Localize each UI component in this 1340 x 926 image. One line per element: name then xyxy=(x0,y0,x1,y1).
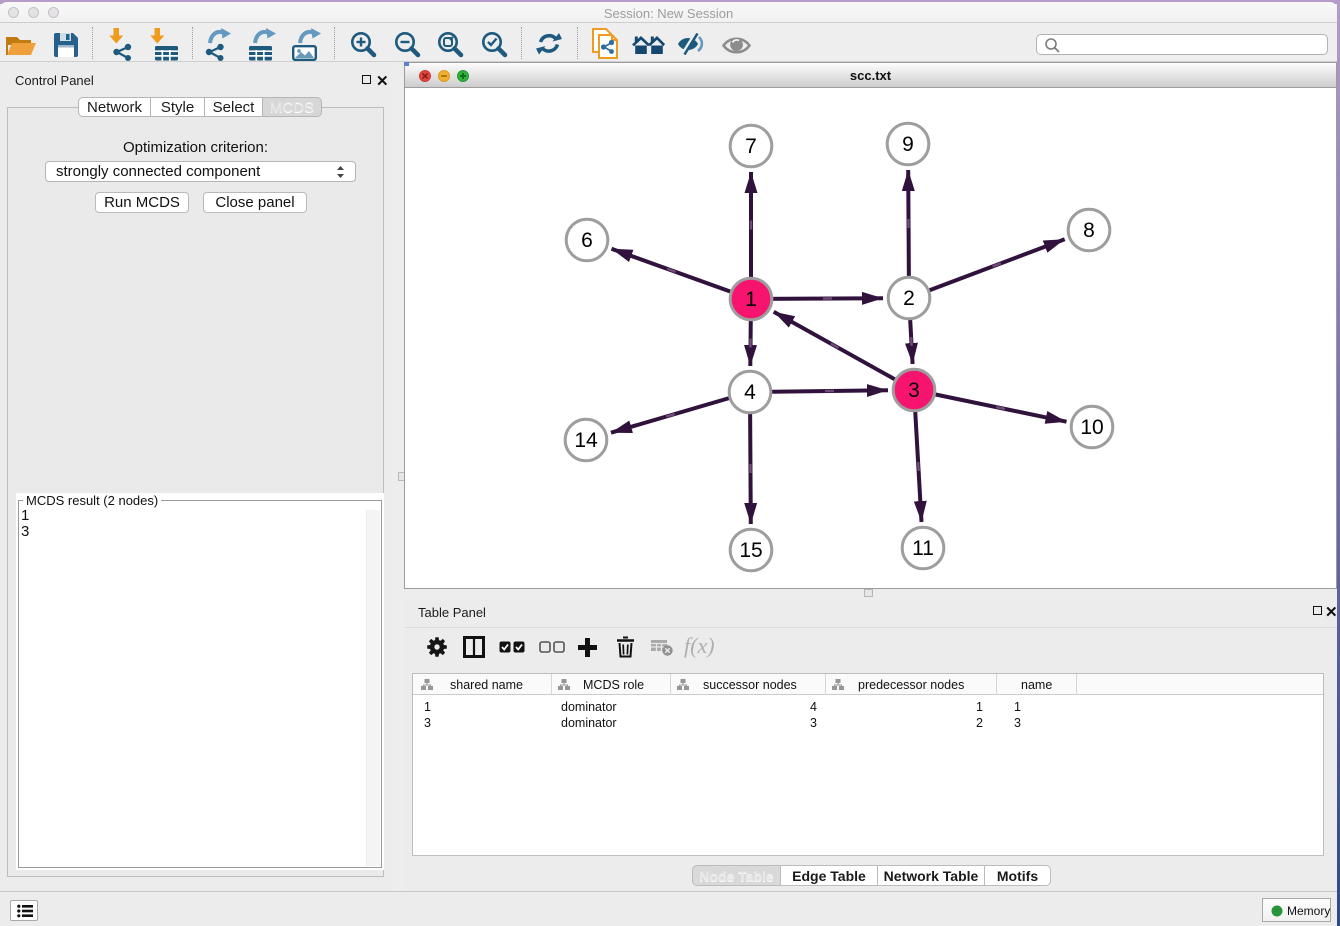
svg-text:9: 9 xyxy=(902,133,914,156)
svg-text:6: 6 xyxy=(581,229,593,252)
svg-text:14: 14 xyxy=(574,429,598,452)
svg-text:4: 4 xyxy=(744,381,756,404)
svg-text:15: 15 xyxy=(739,539,762,562)
svg-text:7: 7 xyxy=(745,135,757,158)
svg-text:8: 8 xyxy=(1083,219,1095,242)
svg-text:11: 11 xyxy=(912,537,934,560)
svg-text:10: 10 xyxy=(1080,416,1103,439)
svg-text:1: 1 xyxy=(745,288,757,311)
svg-text:2: 2 xyxy=(903,287,915,310)
svg-text:3: 3 xyxy=(908,379,920,402)
